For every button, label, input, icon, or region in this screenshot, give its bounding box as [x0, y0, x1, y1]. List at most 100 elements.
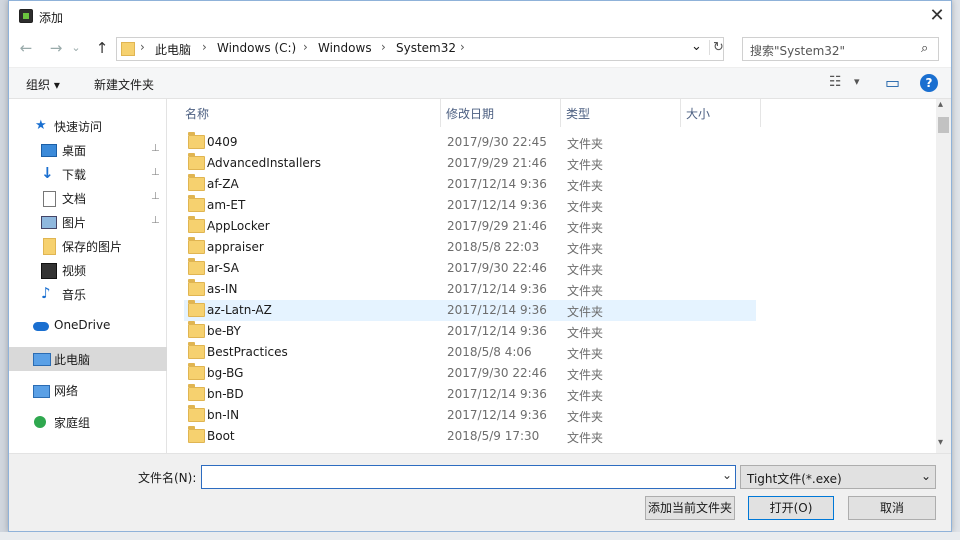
file-row[interactable]: be-BY 2017/12/14 9:36 文件夹: [184, 321, 756, 342]
back-button[interactable]: ←: [15, 37, 37, 59]
file-name: bn-IN: [207, 408, 240, 422]
sidebar-item-label: 桌面: [62, 144, 87, 158]
sidebar-homegroup[interactable]: 家庭组: [9, 411, 167, 433]
file-row[interactable]: am-ET 2017/12/14 9:36 文件夹: [184, 195, 756, 216]
filename-label: 文件名(N):: [138, 471, 197, 485]
column-divider[interactable]: [760, 99, 761, 127]
crumb-this-pc[interactable]: 此电脑: [155, 41, 191, 58]
sidebar-quick-access[interactable]: ★ 快速访问: [9, 115, 167, 137]
document-icon: [43, 191, 56, 207]
preview-pane-icon[interactable]: ▭: [885, 73, 900, 92]
file-row[interactable]: appraiser 2018/5/8 22:03 文件夹: [184, 237, 756, 258]
sidebar-item-music[interactable]: ♪ 音乐: [9, 283, 167, 305]
up-button[interactable]: ↑: [91, 37, 113, 59]
sidebar-item-desktop[interactable]: 桌面 ⊥: [9, 139, 167, 161]
column-name[interactable]: 名称: [185, 105, 209, 122]
file-type: 文件夹: [567, 263, 604, 277]
window-title: 添加: [39, 11, 64, 25]
pin-icon: ⊥: [151, 215, 160, 226]
file-row[interactable]: 0409 2017/9/30 22:45 文件夹: [184, 132, 756, 153]
organize-button[interactable]: 组织 ▾: [26, 76, 60, 93]
sidebar-item-downloads[interactable]: ↓ 下载 ⊥: [9, 163, 167, 185]
new-folder-button[interactable]: 新建文件夹: [94, 76, 154, 93]
file-type: 文件夹: [567, 389, 604, 403]
view-options-icon[interactable]: ☷: [829, 74, 842, 90]
file-type: 文件夹: [567, 305, 604, 319]
file-name: as-IN: [207, 282, 238, 296]
crumb-separator: ›: [140, 40, 145, 54]
crumb-system32[interactable]: System32: [396, 41, 456, 55]
sidebar-item-pictures[interactable]: 图片 ⊥: [9, 211, 167, 233]
sidebar-item-saved-pictures[interactable]: 保存的图片: [9, 235, 167, 257]
pin-icon: ⊥: [151, 191, 160, 202]
file-row[interactable]: bg-BG 2017/9/30 22:46 文件夹: [184, 363, 756, 384]
open-button[interactable]: 打开(O): [748, 496, 834, 520]
search-box[interactable]: 搜索"System32" ⌕: [742, 37, 939, 61]
sidebar-item-label: 家庭组: [54, 416, 91, 430]
computer-icon: [33, 353, 51, 366]
sidebar-onedrive[interactable]: OneDrive: [9, 315, 167, 337]
folder-icon: [188, 153, 205, 170]
help-icon[interactable]: ?: [920, 74, 938, 92]
column-divider[interactable]: [440, 99, 441, 127]
search-icon[interactable]: ⌕: [921, 41, 928, 56]
file-name: af-ZA: [207, 177, 239, 191]
star-icon: ★: [35, 118, 47, 133]
column-divider[interactable]: [560, 99, 561, 127]
crumb-separator: ›: [303, 40, 308, 54]
crumb-windows[interactable]: Windows: [318, 41, 372, 55]
file-row[interactable]: AdvancedInstallers 2017/9/29 21:46 文件夹: [184, 153, 756, 174]
refresh-icon[interactable]: ↻: [709, 40, 724, 55]
vertical-scrollbar[interactable]: ▴ ▾: [936, 99, 951, 453]
folder-icon: [188, 363, 205, 380]
crumb-separator: ›: [381, 40, 386, 54]
address-bar[interactable]: › 此电脑 › Windows (C:) › Windows › System3…: [116, 37, 724, 61]
file-row[interactable]: Boot 2018/5/9 17:30 文件夹: [184, 426, 756, 447]
sort-indicator-icon: ^: [306, 99, 316, 107]
scroll-up-icon[interactable]: ▴: [938, 99, 943, 110]
cancel-button[interactable]: 取消: [848, 496, 936, 520]
file-row[interactable]: bn-IN 2017/12/14 9:36 文件夹: [184, 405, 756, 426]
file-date: 2018/5/9 17:30: [447, 429, 540, 443]
search-input[interactable]: 搜索"System32": [750, 42, 845, 59]
filename-dropdown-icon[interactable]: ⌄: [722, 468, 732, 482]
file-row[interactable]: ar-SA 2017/9/30 22:46 文件夹: [184, 258, 756, 279]
sidebar-item-label: 下载: [62, 168, 87, 182]
file-row[interactable]: az-Latn-AZ 2017/12/14 9:36 文件夹: [184, 300, 756, 321]
column-date[interactable]: 修改日期: [446, 105, 494, 122]
sidebar-network[interactable]: 网络: [9, 379, 167, 401]
folder-icon: [188, 237, 205, 254]
file-type: 文件夹: [567, 368, 604, 382]
file-date: 2017/12/14 9:36: [447, 177, 547, 191]
file-row[interactable]: bn-BD 2017/12/14 9:36 文件夹: [184, 384, 756, 405]
column-size[interactable]: 大小: [686, 105, 710, 122]
address-dropdown-icon[interactable]: ⌄: [691, 39, 702, 54]
folder-icon: [188, 258, 205, 275]
file-row[interactable]: af-ZA 2017/12/14 9:36 文件夹: [184, 174, 756, 195]
file-row[interactable]: AppLocker 2017/9/29 21:46 文件夹: [184, 216, 756, 237]
crumb-c-drive[interactable]: Windows (C:): [217, 41, 296, 55]
folder-icon: [188, 279, 205, 296]
file-row[interactable]: as-IN 2017/12/14 9:36 文件夹: [184, 279, 756, 300]
folder-icon: [43, 238, 56, 255]
recent-dropdown[interactable]: ⌄: [69, 37, 83, 59]
column-divider[interactable]: [680, 99, 681, 127]
file-type: 文件夹: [567, 431, 604, 445]
sidebar-this-pc[interactable]: 此电脑: [9, 347, 167, 371]
filename-input[interactable]: [201, 465, 736, 489]
view-dropdown-icon[interactable]: ▾: [854, 75, 860, 88]
file-type: 文件夹: [567, 179, 604, 193]
sidebar-item-videos[interactable]: 视频: [9, 259, 167, 281]
sidebar-item-documents[interactable]: 文档 ⊥: [9, 187, 167, 209]
filetype-select[interactable]: Tight文件(*.exe) ⌄: [740, 465, 936, 489]
file-name: appraiser: [207, 240, 264, 254]
scroll-down-icon[interactable]: ▾: [938, 437, 943, 448]
sidebar-item-label: 此电脑: [54, 353, 91, 367]
file-row[interactable]: BestPractices 2018/5/8 4:06 文件夹: [184, 342, 756, 363]
column-type[interactable]: 类型: [566, 105, 590, 122]
forward-button[interactable]: →: [45, 37, 67, 59]
add-current-folder-button[interactable]: 添加当前文件夹: [645, 496, 735, 520]
close-button[interactable]: ✕: [923, 3, 951, 29]
scrollbar-thumb[interactable]: [938, 117, 949, 133]
video-icon: [41, 263, 57, 279]
